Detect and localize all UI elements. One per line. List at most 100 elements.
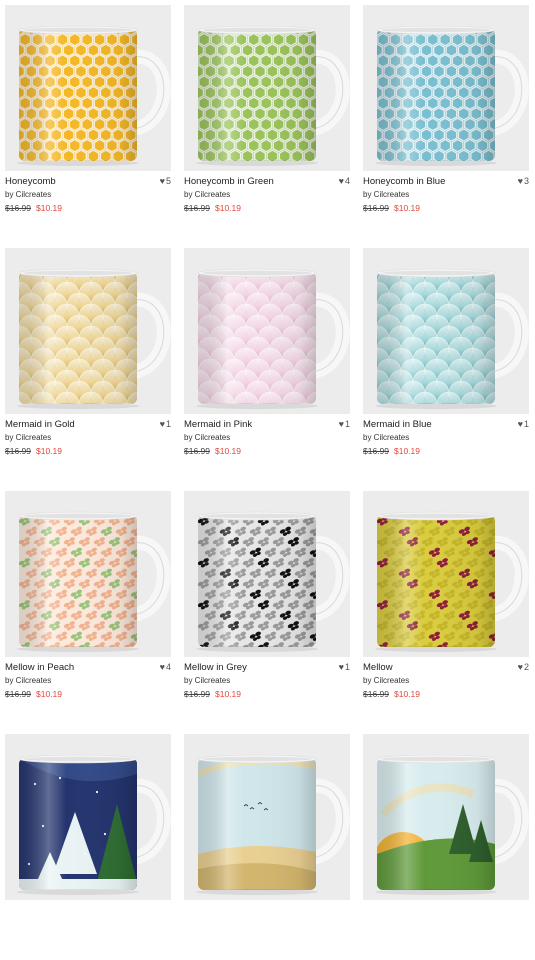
heart-icon[interactable]: ♥ [518, 176, 523, 186]
product-artist[interactable]: by Cilcreates [184, 433, 230, 442]
mug-handle [305, 292, 350, 379]
product-image[interactable] [363, 248, 529, 414]
product-artist[interactable]: by Cilcreates [184, 190, 230, 199]
like-count[interactable]: ♥1 [339, 419, 350, 429]
product-image[interactable] [5, 491, 171, 657]
like-count-value: 1 [344, 662, 350, 672]
product-artist[interactable]: by Cilcreates [5, 676, 51, 685]
mug-illustration [196, 25, 350, 166]
product-image[interactable] [184, 734, 350, 900]
heart-icon[interactable]: ♥ [160, 662, 165, 672]
original-price: $16.99 [184, 689, 210, 699]
price-block [5, 932, 10, 942]
sale-price: $10.19 [394, 446, 420, 456]
product-title[interactable]: Honeycomb [5, 176, 56, 187]
product-card[interactable]: Honeycomb ♥5 by Cilcreates $16.99 $10.19 [5, 5, 171, 231]
product-title[interactable]: Honeycomb in Green [184, 176, 274, 187]
price-block [363, 932, 368, 942]
product-info [184, 900, 350, 960]
product-title[interactable]: Mermaid in Blue [363, 419, 432, 430]
original-price: $16.99 [363, 203, 389, 213]
product-artist[interactable]: by Cilcreates [184, 676, 230, 685]
product-card[interactable]: Mermaid in Pink ♥1 by Cilcreates $16.99 $10.… [184, 248, 350, 474]
product-image[interactable] [184, 248, 350, 414]
price-block: $16.99 $10.19 [184, 689, 241, 699]
product-artist[interactable]: by Cilcreates [5, 433, 51, 442]
product-card[interactable]: Mellow in Grey ♥1 by Cilcreates $16.99 $10.1… [184, 491, 350, 717]
mug-handle [126, 535, 171, 622]
product-title[interactable]: Mellow in Peach [5, 662, 74, 673]
product-card[interactable] [5, 734, 171, 960]
product-image[interactable] [363, 491, 529, 657]
product-info [5, 900, 171, 960]
heart-icon[interactable]: ♥ [160, 176, 165, 186]
like-count[interactable]: ♥4 [160, 662, 171, 672]
sale-price: $10.19 [215, 689, 241, 699]
like-count-value: 1 [165, 419, 171, 429]
sale-price: $10.19 [36, 203, 62, 213]
mug-illustration [17, 754, 171, 895]
product-card[interactable]: Mellow ♥2 by Cilcreates $16.99 $10.19 [363, 491, 529, 717]
like-count[interactable]: ♥3 [518, 176, 529, 186]
price-block: $16.99 $10.19 [184, 203, 241, 213]
product-card[interactable] [184, 734, 350, 960]
product-card[interactable] [363, 734, 529, 960]
mug-illustration [375, 268, 529, 409]
product-info: Mellow ♥2 by Cilcreates $16.99 $10.19 [363, 657, 529, 717]
like-count-value: 3 [523, 176, 529, 186]
mug-illustration [17, 511, 171, 652]
product-info: Honeycomb ♥5 by Cilcreates $16.99 $10.19 [5, 171, 171, 231]
product-image[interactable] [5, 248, 171, 414]
product-artist[interactable]: by Cilcreates [363, 676, 409, 685]
like-count[interactable] [528, 905, 529, 915]
product-info: Honeycomb in Green ♥4 by Cilcreates $16.99 $… [184, 171, 350, 231]
like-count-value: 4 [344, 176, 350, 186]
product-image[interactable] [5, 734, 171, 900]
product-info: Honeycomb in Blue ♥3 by Cilcreates $16.99 $1… [363, 171, 529, 231]
sale-price: $10.19 [215, 203, 241, 213]
like-count[interactable] [349, 905, 350, 915]
product-title[interactable]: Mermaid in Pink [184, 419, 252, 430]
product-image[interactable] [184, 5, 350, 171]
mug-handle [484, 49, 529, 136]
like-count[interactable]: ♥1 [160, 419, 171, 429]
mug-handle [305, 535, 350, 622]
like-count[interactable]: ♥1 [518, 419, 529, 429]
product-image[interactable] [363, 734, 529, 900]
product-artist[interactable]: by Cilcreates [363, 190, 409, 199]
like-count[interactable] [170, 905, 171, 915]
product-image[interactable] [5, 5, 171, 171]
like-count[interactable]: ♥4 [339, 176, 350, 186]
mug-illustration [375, 754, 529, 895]
product-title[interactable]: Honeycomb in Blue [363, 176, 445, 187]
mug-illustration [196, 268, 350, 409]
product-image[interactable] [184, 491, 350, 657]
heart-icon[interactable]: ♥ [339, 419, 344, 429]
mug-handle [305, 49, 350, 136]
heart-icon[interactable]: ♥ [339, 176, 344, 186]
heart-icon[interactable]: ♥ [339, 662, 344, 672]
product-title[interactable]: Mellow [363, 662, 393, 673]
heart-icon[interactable]: ♥ [518, 662, 523, 672]
product-image[interactable] [363, 5, 529, 171]
like-count[interactable]: ♥2 [518, 662, 529, 672]
like-count[interactable]: ♥1 [339, 662, 350, 672]
like-count[interactable]: ♥5 [160, 176, 171, 186]
price-block: $16.99 $10.19 [5, 689, 62, 699]
sale-price: $10.19 [36, 446, 62, 456]
mug-handle [484, 778, 529, 865]
product-artist[interactable]: by Cilcreates [5, 190, 51, 199]
product-info: Mellow in Grey ♥1 by Cilcreates $16.99 $10.1… [184, 657, 350, 717]
heart-icon[interactable]: ♥ [160, 419, 165, 429]
product-info: Mermaid in Gold ♥1 by Cilcreates $16.99 $10.… [5, 414, 171, 474]
like-count-value: 4 [165, 662, 171, 672]
product-card[interactable]: Honeycomb in Green ♥4 by Cilcreates $16.99 $… [184, 5, 350, 231]
product-card[interactable]: Honeycomb in Blue ♥3 by Cilcreates $16.99 $1… [363, 5, 529, 231]
product-card[interactable]: Mellow in Peach ♥4 by Cilcreates $16.99 $10.… [5, 491, 171, 717]
product-title[interactable]: Mellow in Grey [184, 662, 247, 673]
product-artist[interactable]: by Cilcreates [363, 433, 409, 442]
product-card[interactable]: Mermaid in Blue ♥1 by Cilcreates $16.99 $10.… [363, 248, 529, 474]
product-title[interactable]: Mermaid in Gold [5, 419, 75, 430]
product-card[interactable]: Mermaid in Gold ♥1 by Cilcreates $16.99 $10.… [5, 248, 171, 474]
heart-icon[interactable]: ♥ [518, 419, 523, 429]
